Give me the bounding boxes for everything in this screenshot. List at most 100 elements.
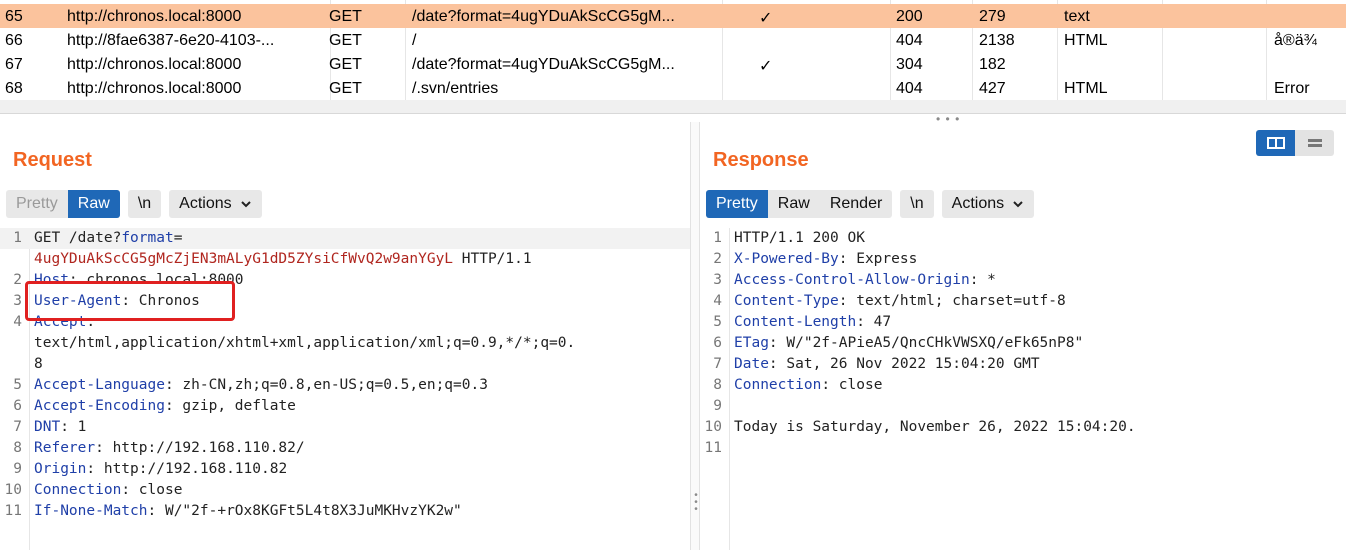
layout-side-by-side-button[interactable] bbox=[1256, 130, 1295, 156]
token-k: Referer bbox=[34, 440, 96, 456]
token-v: : gzip, deflate bbox=[164, 398, 296, 414]
chevron-down-icon bbox=[1013, 201, 1023, 208]
cell-length: 279 bbox=[979, 8, 1006, 25]
token-a: 4ugYDuAkScCG5gMcZjEN3mALyG1dD5ZYsiCfWvQ2… bbox=[34, 251, 454, 267]
request-actions-button[interactable]: Actions bbox=[169, 190, 262, 218]
token-v: : close bbox=[121, 482, 183, 498]
token-v: : 47 bbox=[856, 314, 892, 330]
response-editor[interactable]: 1 HTTP/1.1 200 OK 2 X-Powered-By: Express 3 A… bbox=[700, 228, 1346, 550]
token-v: 8 bbox=[34, 356, 43, 372]
line-text: Host: chronos.local:8000 bbox=[34, 270, 244, 291]
line-number: 8 bbox=[713, 377, 722, 393]
cell-title: å®ä¾ bbox=[1274, 32, 1317, 49]
token-k: ETag bbox=[734, 335, 769, 351]
token-k: Content-Type bbox=[734, 293, 839, 309]
token-k: Origin bbox=[34, 461, 87, 477]
cell-host: http://chronos.local:8000 bbox=[67, 80, 242, 97]
token-v: : W/"2f-+rOx8KGFt5L4t8X3JuMKHvzYK2w" bbox=[147, 503, 462, 519]
line-text: Accept: bbox=[34, 312, 95, 333]
token-k: Host bbox=[34, 272, 69, 288]
table-row[interactable]: 68 http://chronos.local:8000 GET /.svn/entr… bbox=[0, 76, 1346, 100]
line-number: 2 bbox=[713, 251, 722, 267]
response-actions-button[interactable]: Actions bbox=[941, 190, 1035, 218]
response-tab-render[interactable]: Render bbox=[820, 190, 892, 218]
request-title: Request bbox=[13, 149, 92, 171]
line-number: 1 bbox=[13, 230, 22, 246]
cell-length: 2138 bbox=[979, 32, 1015, 49]
response-toolbar: Pretty Raw Render \n Actions bbox=[706, 190, 1035, 218]
table-row[interactable]: 67 http://chronos.local:8000 GET/date?form… bbox=[0, 52, 1346, 76]
token-k: Connection bbox=[734, 377, 822, 393]
line-text: X-Powered-By: Express bbox=[734, 249, 917, 270]
token-k: DNT bbox=[34, 419, 61, 435]
line-text: Content-Type: text/html; charset=utf-8 bbox=[734, 291, 1066, 312]
line-text: Referer: http://192.168.110.82/ bbox=[34, 438, 305, 459]
token-v: : text/html; charset=utf-8 bbox=[838, 293, 1066, 309]
line-text: GET /date?format= bbox=[34, 228, 182, 249]
horizontal-scrollbar[interactable] bbox=[0, 100, 1346, 114]
line-text: ETag: W/"2f-APieA5/QncCHkVWSXQ/eFk65nP8" bbox=[734, 333, 1083, 354]
token-v: : zh-CN,zh;q=0.8,en-US;q=0.5,en;q=0.3 bbox=[164, 377, 488, 393]
line-number: 7 bbox=[13, 419, 22, 435]
request-tab-pretty[interactable]: Pretty bbox=[6, 190, 68, 218]
vertical-splitter[interactable]: • • • bbox=[690, 122, 700, 550]
token-k: Accept-Encoding bbox=[34, 398, 165, 414]
cell-method: GET bbox=[329, 80, 362, 97]
proxy-history-table: 65 http://chronos.local:8000 GET/date?form… bbox=[0, 0, 1346, 100]
line-text: HTTP/1.1 200 OK bbox=[734, 228, 865, 249]
line-number: 11 bbox=[4, 503, 22, 519]
token-v: : Chronos bbox=[121, 293, 200, 309]
token-v: : bbox=[86, 314, 96, 330]
cell-status: 304 bbox=[896, 56, 923, 73]
response-actions-label: Actions bbox=[951, 195, 1005, 212]
token-v: Today is Saturday, November 26, 2022 15:… bbox=[734, 419, 1136, 435]
table-row[interactable]: 65 http://chronos.local:8000 GET/date?form… bbox=[0, 4, 1346, 28]
layout-toggle bbox=[1256, 130, 1334, 156]
cell-method: GET bbox=[329, 8, 362, 25]
cell-mime: text bbox=[1064, 8, 1090, 25]
request-editor[interactable]: 1 GET /date?format= 4ugYDuAkScCG5gMcZjEN3m… bbox=[0, 228, 690, 550]
cell-url: /date?format=4ugYDuAkScCG5gM... bbox=[412, 56, 675, 73]
token-v: HTTP/1.1 200 OK bbox=[734, 230, 865, 246]
line-number: 11 bbox=[704, 440, 722, 456]
line-number: 6 bbox=[13, 398, 22, 414]
token-v: : Express bbox=[838, 251, 918, 267]
layout-stacked-button[interactable] bbox=[1295, 130, 1334, 156]
token-k: If-None-Match bbox=[34, 503, 148, 519]
table-row[interactable]: 66 http://8fae6387-6e20-4103-... GET / 404 21… bbox=[0, 28, 1346, 52]
response-panel: Response Pretty Raw Render \n Actions 1H… bbox=[700, 122, 1346, 550]
token-b: format bbox=[121, 230, 174, 246]
response-view-tabs: Pretty Raw Render bbox=[706, 190, 893, 218]
token-a: GET /date? bbox=[34, 230, 122, 246]
line-number: 5 bbox=[713, 314, 722, 330]
cell-length: 427 bbox=[979, 80, 1006, 97]
response-tab-pretty[interactable]: Pretty bbox=[706, 190, 768, 218]
columns-icon bbox=[1266, 137, 1285, 149]
request-newline-toggle[interactable]: \n bbox=[127, 190, 162, 218]
cell-mime: HTML bbox=[1064, 80, 1108, 97]
token-k: User-Agent bbox=[34, 293, 122, 309]
cell-host: http://chronos.local:8000 bbox=[67, 56, 242, 73]
line-number: 3 bbox=[713, 272, 722, 288]
cell-num: 65 bbox=[5, 8, 23, 25]
token-v: : http://192.168.110.82 bbox=[86, 461, 288, 477]
response-tab-raw[interactable]: Raw bbox=[768, 190, 820, 218]
token-v: : 1 bbox=[60, 419, 87, 435]
line-number: 9 bbox=[713, 398, 722, 414]
token-c: = bbox=[173, 230, 183, 246]
cell-host: http://chronos.local:8000 bbox=[67, 8, 242, 25]
cell-host: http://8fae6387-6e20-4103-... bbox=[67, 32, 275, 49]
response-newline-toggle[interactable]: \n bbox=[900, 190, 934, 218]
line-text: text/html,application/xhtml+xml,applicat… bbox=[34, 333, 575, 354]
token-k: Access-Control-Allow-Origin bbox=[734, 272, 970, 288]
line-text: Accept-Encoding: gzip, deflate bbox=[34, 396, 296, 417]
line-number: 5 bbox=[13, 377, 22, 393]
line-number: 10 bbox=[4, 482, 22, 498]
line-number: 3 bbox=[13, 293, 22, 309]
request-tab-raw[interactable]: Raw bbox=[67, 190, 120, 218]
editor-line: 1 GET /date?format= bbox=[0, 228, 690, 249]
token-v: : http://192.168.110.82/ bbox=[95, 440, 305, 456]
request-view-tabs: Pretty Raw bbox=[6, 190, 120, 218]
token-k: Accept-Language bbox=[34, 377, 165, 393]
line-number: 4 bbox=[713, 293, 722, 309]
